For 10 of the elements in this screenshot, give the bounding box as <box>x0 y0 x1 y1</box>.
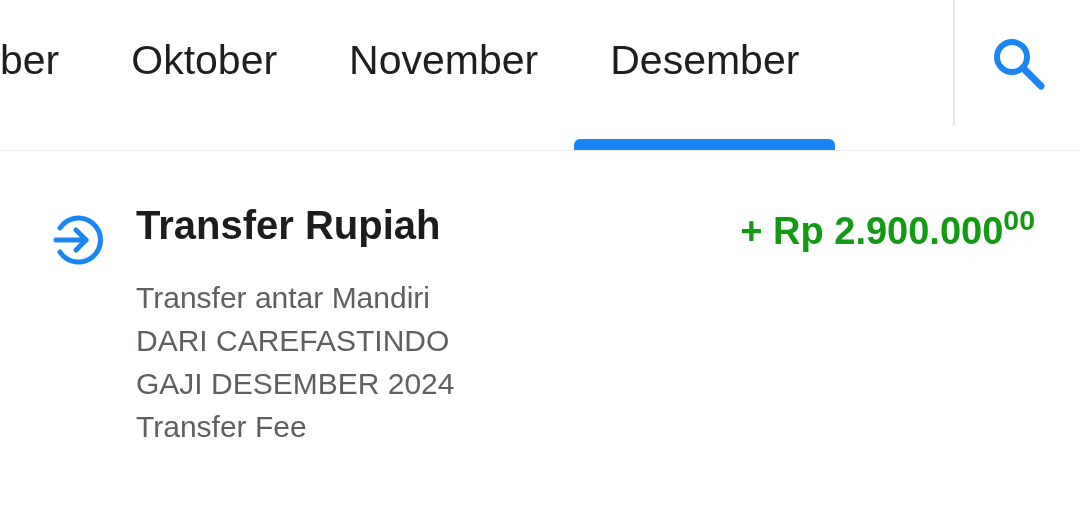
transaction-title: Transfer Rupiah <box>136 203 441 249</box>
month-tab[interactable]: Oktober <box>95 0 314 150</box>
transaction-detail: GAJI DESEMBER 2024 <box>136 366 456 402</box>
transaction-amount: + Rp 2.900.000$^{00}$ <box>740 203 1035 254</box>
month-tab[interactable]: November <box>313 0 575 150</box>
transaction-detail: Transfer Fee <box>136 409 308 445</box>
transaction-detail: DARI CAREFASTINDO <box>136 323 451 359</box>
transaction-detail: Transfer antar Mandiri <box>136 280 431 316</box>
month-tab[interactable]: ber <box>0 0 96 150</box>
month-tab[interactable]: Desember <box>574 0 836 150</box>
